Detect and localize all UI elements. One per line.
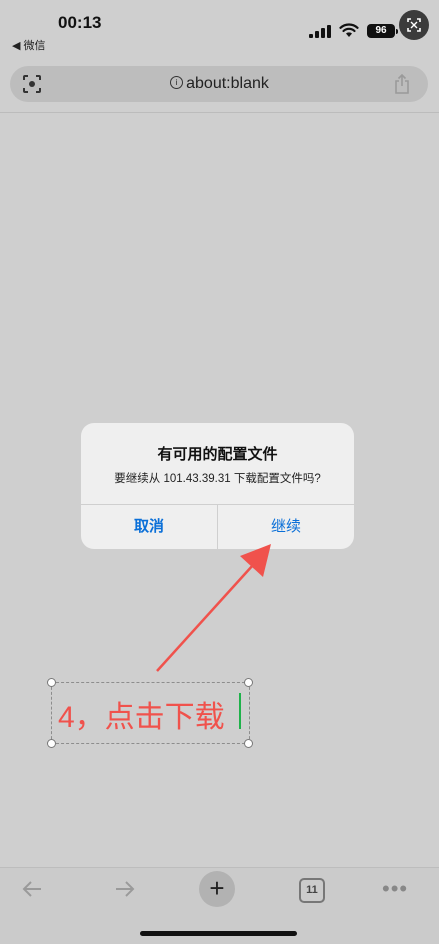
cellular-signal-icon (309, 25, 331, 38)
battery-level: 96 (367, 24, 395, 38)
battery-tip (396, 29, 398, 34)
screen-capture-button[interactable] (399, 10, 429, 40)
more-menu-icon[interactable]: ••• (382, 876, 408, 902)
tabs-count-button[interactable]: 11 (299, 878, 325, 903)
url-text: about:blank (186, 75, 269, 92)
resize-handle[interactable] (244, 678, 253, 687)
address-bar-divider (0, 112, 439, 113)
cancel-button[interactable]: 取消 (81, 505, 217, 549)
url-display[interactable]: i about:blank (0, 75, 439, 93)
home-indicator (140, 931, 297, 936)
resize-handle[interactable] (47, 739, 56, 748)
forward-arrow-icon[interactable] (113, 877, 137, 901)
resize-handle[interactable] (47, 678, 56, 687)
dialog-message: 要继续从 101.43.39.31 下载配置文件吗? (114, 473, 321, 485)
dialog-title: 有可用的配置文件 (157, 446, 278, 463)
continue-button[interactable]: 继续 (218, 505, 354, 549)
status-time: 00:13 (58, 13, 102, 32)
back-to-app-link[interactable]: ◀ 微信 (12, 37, 46, 53)
crop-frame-icon (407, 18, 421, 32)
plus-icon: + (209, 873, 225, 903)
share-icon[interactable] (393, 73, 411, 95)
text-caret (239, 693, 241, 729)
resize-handle[interactable] (244, 739, 253, 748)
new-tab-button[interactable]: + (199, 871, 235, 907)
wifi-icon (339, 23, 359, 37)
back-arrow-icon[interactable] (20, 877, 44, 901)
info-icon: i (170, 76, 184, 90)
annotation-text: 4，点击下载 (58, 701, 225, 734)
